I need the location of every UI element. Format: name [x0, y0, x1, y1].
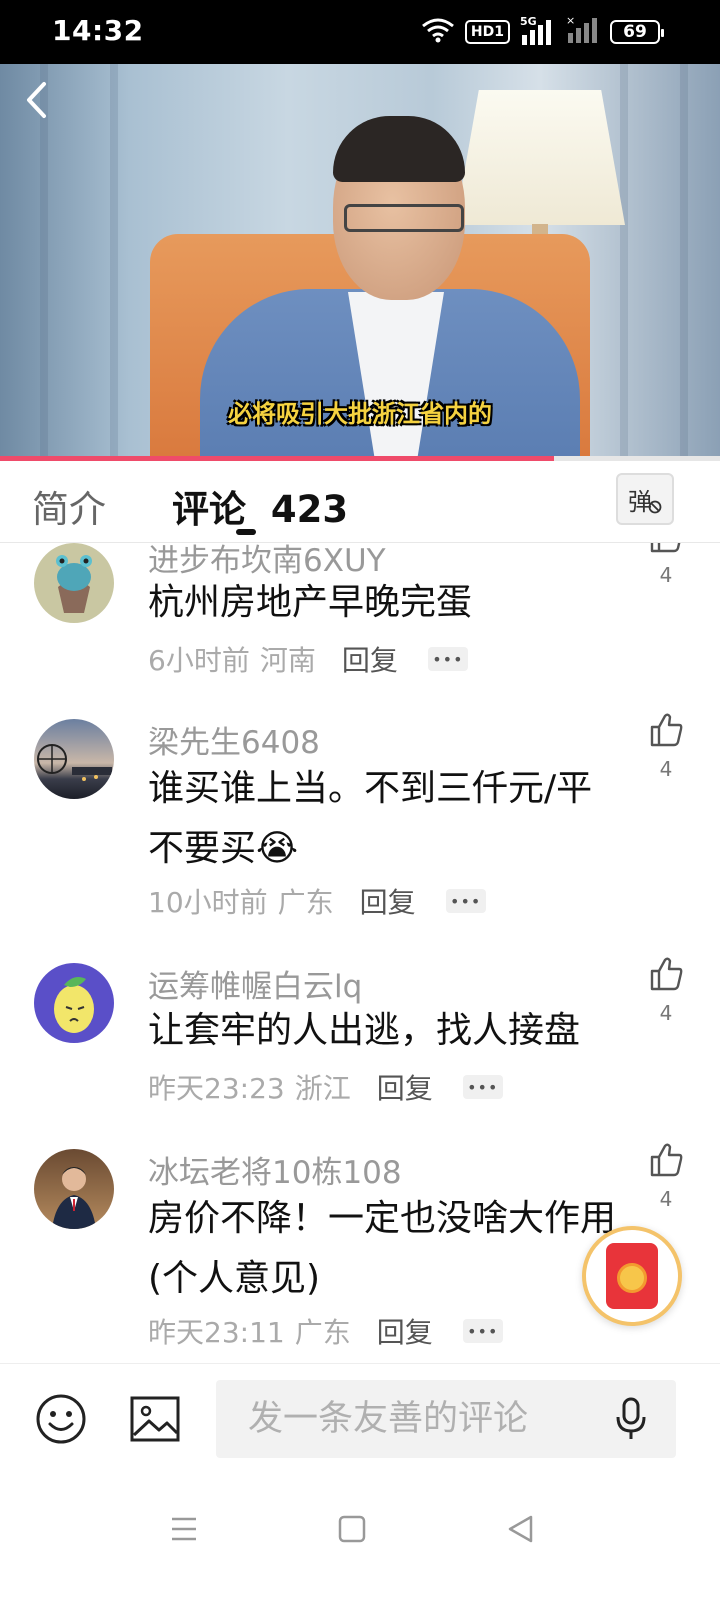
more-icon[interactable]: ••• — [462, 1319, 503, 1343]
nav-back-button[interactable] — [496, 1505, 544, 1553]
comment-author[interactable]: 冰坛老将10栋108 — [148, 1147, 402, 1192]
like-button[interactable]: 4 — [646, 713, 686, 781]
speaker-glasses — [344, 204, 464, 232]
thumbs-up-icon — [650, 957, 683, 991]
comment-text: 杭州房地产早晚完蛋 — [148, 582, 473, 623]
comment-author[interactable]: 运筹帷幄白云lq — [148, 961, 362, 1006]
battery-icon: 69 — [610, 20, 664, 44]
comment-meta: 6小时前 河南 回复 ••• — [148, 639, 468, 679]
microphone-icon — [616, 1397, 646, 1439]
avatar[interactable] — [34, 1149, 114, 1229]
comment-count: 423 — [270, 488, 349, 531]
comment-time: 6小时前 — [148, 644, 250, 677]
like-button[interactable]: 4 — [646, 957, 686, 1025]
system-nav-bar — [0, 1471, 720, 1600]
more-icon[interactable]: ••• — [445, 889, 486, 913]
comment-item: 运筹帷幄白云lq 让套牢的人出逃，找人接盘 昨天23:23 浙江 回复 ••• … — [0, 957, 720, 1133]
danmu-toggle-button[interactable]: 弹 — [616, 473, 674, 525]
hd-icon: HD1 — [464, 20, 510, 44]
more-icon[interactable]: ••• — [462, 1075, 503, 1099]
more-icon[interactable]: ••• — [427, 647, 468, 671]
red-envelope-button[interactable] — [582, 1226, 682, 1326]
red-envelope-icon — [606, 1243, 658, 1309]
avatar[interactable] — [34, 719, 114, 799]
like-button[interactable]: 4 — [646, 543, 686, 587]
comment-meta: 10小时前 广东 回复 ••• — [148, 881, 486, 921]
image-button[interactable] — [128, 1392, 182, 1446]
comment-text: 让套牢的人出逃，找人接盘 — [148, 1010, 581, 1051]
video-subtitle: 必将吸引大批浙江省内的 — [228, 400, 492, 428]
comment-location: 广东 — [294, 1316, 351, 1349]
tab-comments[interactable]: 评论 423 — [172, 479, 348, 533]
comment-time: 10小时前 — [148, 886, 268, 919]
coin-icon — [617, 1263, 647, 1293]
reply-button[interactable]: 回复 — [360, 881, 416, 921]
reply-button[interactable]: 回复 — [342, 639, 398, 679]
comment-time: 昨天23:23 — [148, 1072, 285, 1105]
comment-location: 浙江 — [294, 1072, 351, 1105]
tab-intro[interactable]: 简介 — [32, 479, 106, 533]
speaker-hair — [333, 116, 465, 182]
svg-text:×: × — [566, 15, 575, 27]
image-icon — [130, 1396, 180, 1442]
comment-meta: 昨天23:23 浙江 回复 ••• — [148, 1067, 503, 1107]
reply-button[interactable]: 回复 — [377, 1067, 433, 1107]
back-button[interactable] — [14, 78, 58, 122]
wifi-icon — [421, 17, 455, 47]
comment-item: 进步布坎南6XUY 杭州房地产早晚完蛋 6小时前 河南 回复 ••• 4 — [0, 543, 720, 693]
avatar[interactable] — [34, 963, 114, 1043]
tab-active-indicator — [236, 529, 256, 535]
comment-time: 昨天23:11 — [148, 1316, 285, 1349]
like-count: 4 — [659, 1187, 673, 1211]
status-bar: 14:32 HD1 5G × 69 — [0, 0, 720, 64]
thumbs-up-icon — [650, 1143, 683, 1177]
comment-text: 房价不降！一定也没啥大作用(个人意见) — [148, 1198, 617, 1299]
like-count: 4 — [659, 1001, 673, 1025]
emoji-button[interactable] — [34, 1392, 88, 1446]
lamp — [455, 90, 625, 225]
thumbs-up-icon — [650, 713, 683, 747]
back-triangle-icon — [508, 1515, 533, 1543]
smiley-icon — [36, 1394, 86, 1444]
avatar[interactable] — [34, 543, 114, 623]
danmu-off-icon — [648, 500, 662, 514]
tab-bar: 简介 评论 423 弹 — [0, 461, 720, 543]
comment-item: 梁先生6408 谁买谁上当。不到三仟元/平不要买😭 10小时前 广东 回复 ••… — [0, 713, 720, 949]
signal-5g-icon: 5G — [520, 15, 556, 47]
comment-text: 谁买谁上当。不到三仟元/平不要买😭 — [148, 768, 593, 869]
thumbs-up-icon — [650, 543, 681, 553]
comment-input-bar — [0, 1363, 720, 1471]
like-button[interactable]: 4 — [646, 1143, 686, 1211]
home-square-icon — [338, 1515, 366, 1543]
nav-home-button[interactable] — [328, 1505, 376, 1553]
comment-location: 广东 — [277, 886, 334, 919]
signal-no-service-icon: × — [566, 14, 600, 49]
menu-icon — [172, 1517, 196, 1541]
nav-menu-button[interactable] — [160, 1505, 208, 1553]
like-count: 4 — [659, 563, 673, 587]
status-time: 14:32 — [52, 14, 144, 47]
like-count: 4 — [659, 757, 673, 781]
comment-meta: 昨天23:11 广东 回复 ••• — [148, 1311, 503, 1351]
tab-comments-label: 评论 — [172, 488, 246, 531]
voice-input-button[interactable] — [606, 1394, 656, 1444]
reply-button[interactable]: 回复 — [377, 1311, 433, 1351]
status-icons: HD1 5G × 69 — [421, 14, 664, 50]
chevron-left-icon — [27, 82, 46, 118]
comment-location: 河南 — [259, 644, 316, 677]
video-player[interactable]: 必将吸引大批浙江省内的 — [0, 64, 720, 460]
comment-author[interactable]: 梁先生6408 — [148, 717, 320, 762]
